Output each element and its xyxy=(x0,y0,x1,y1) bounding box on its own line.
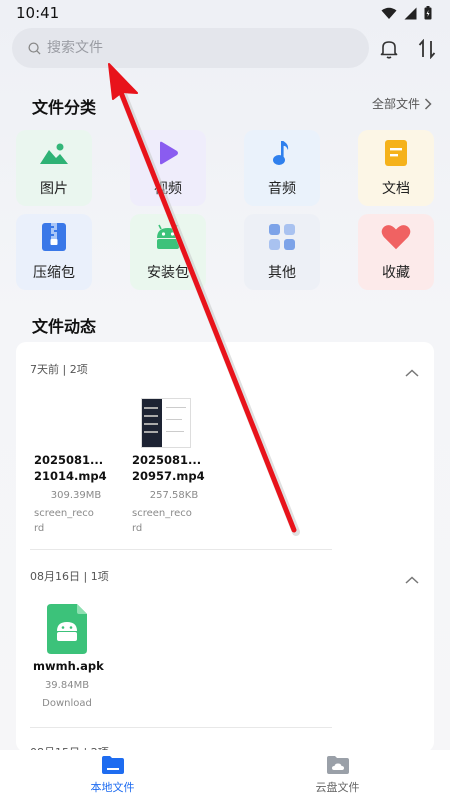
signal-icon xyxy=(404,7,417,19)
file-source: screen_record xyxy=(132,508,192,534)
category-audio[interactable]: 音频 xyxy=(244,130,320,206)
music-note-icon xyxy=(267,138,297,168)
file-item[interactable]: 2025081... 20957.mp4 257.58KB screen_rec… xyxy=(124,398,224,538)
category-favorites[interactable]: 收藏 xyxy=(358,214,434,290)
divider xyxy=(30,549,332,550)
nav-cloud-files[interactable]: 云盘文件 xyxy=(225,750,450,800)
video-play-icon xyxy=(153,138,183,168)
nav-local-files[interactable]: 本地文件 xyxy=(0,750,225,800)
file-feed-card: 7天前 | 2项 2025081... 21014.mp4 309.39MB s… xyxy=(16,342,434,752)
file-name: 2025081... 21014.mp4 xyxy=(34,453,107,483)
nav-local-label: 本地文件 xyxy=(90,781,135,794)
heart-icon xyxy=(381,222,411,252)
sort-button[interactable] xyxy=(414,36,440,62)
file-source: Download xyxy=(42,698,92,709)
battery-icon xyxy=(424,6,432,20)
group-header: 08月16日 | 1项 xyxy=(30,570,109,583)
android-icon xyxy=(153,222,183,252)
category-images[interactable]: 图片 xyxy=(16,130,92,206)
category-documents[interactable]: 文档 xyxy=(358,130,434,206)
file-name: mwmh.apk xyxy=(33,659,104,673)
category-apks[interactable]: 安装包 xyxy=(130,214,206,290)
status-time: 10:41 xyxy=(16,4,60,22)
search-icon xyxy=(28,41,41,55)
category-label: 收藏 xyxy=(382,265,410,281)
folder-icon xyxy=(101,756,124,774)
nav-cloud-label: 云盘文件 xyxy=(315,781,360,794)
category-videos[interactable]: 视频 xyxy=(130,130,206,206)
feed-title: 文件动态 xyxy=(32,317,97,336)
chevron-up-icon xyxy=(405,369,419,377)
file-size: 257.58KB xyxy=(149,490,199,501)
categories-title: 文件分类 xyxy=(32,98,97,117)
category-label: 压缩包 xyxy=(33,265,75,281)
category-archives[interactable]: 压缩包 xyxy=(16,214,92,290)
category-label: 安装包 xyxy=(147,265,189,281)
category-label: 文档 xyxy=(382,181,410,197)
all-files-link[interactable]: 全部文件 xyxy=(372,95,432,112)
file-item[interactable]: 2025081... 21014.mp4 309.39MB screen_rec… xyxy=(26,398,126,538)
video-thumbnail xyxy=(141,398,191,448)
zip-archive-icon xyxy=(39,222,69,252)
category-label: 音频 xyxy=(268,181,296,197)
chevron-right-icon xyxy=(424,97,432,110)
search-box[interactable] xyxy=(12,28,369,68)
file-item[interactable]: mwmh.apk 39.84MB Download xyxy=(26,604,126,714)
bottom-nav: 本地文件 云盘文件 xyxy=(0,750,450,800)
notification-button[interactable] xyxy=(376,36,402,62)
category-label: 其他 xyxy=(268,265,296,281)
grid-icon xyxy=(267,222,297,252)
search-input[interactable] xyxy=(47,40,327,56)
file-size: 309.39MB xyxy=(50,490,102,501)
collapse-button[interactable] xyxy=(402,366,422,380)
collapse-button[interactable] xyxy=(402,573,422,587)
apk-file-icon xyxy=(47,604,87,654)
chevron-up-icon xyxy=(405,576,419,584)
bell-icon xyxy=(380,41,398,59)
wifi-icon xyxy=(381,7,397,19)
category-label: 图片 xyxy=(40,181,68,197)
cloud-folder-icon xyxy=(326,756,349,774)
category-grid: 图片 视频 音频 文档 压缩包 安装包 其他 收藏 xyxy=(16,130,436,290)
file-size: 39.84MB xyxy=(44,680,90,691)
image-icon xyxy=(39,138,69,168)
category-others[interactable]: 其他 xyxy=(244,214,320,290)
status-bar: 10:41 xyxy=(0,0,450,26)
divider xyxy=(30,727,332,728)
document-icon xyxy=(381,138,411,168)
search-row xyxy=(12,28,438,68)
group-header: 7天前 | 2项 xyxy=(30,363,88,376)
all-files-label: 全部文件 xyxy=(371,97,420,111)
sort-icon xyxy=(418,39,436,59)
file-name: 2025081... 20957.mp4 xyxy=(132,453,205,483)
category-label: 视频 xyxy=(154,181,182,197)
file-source: screen_record xyxy=(34,508,94,534)
